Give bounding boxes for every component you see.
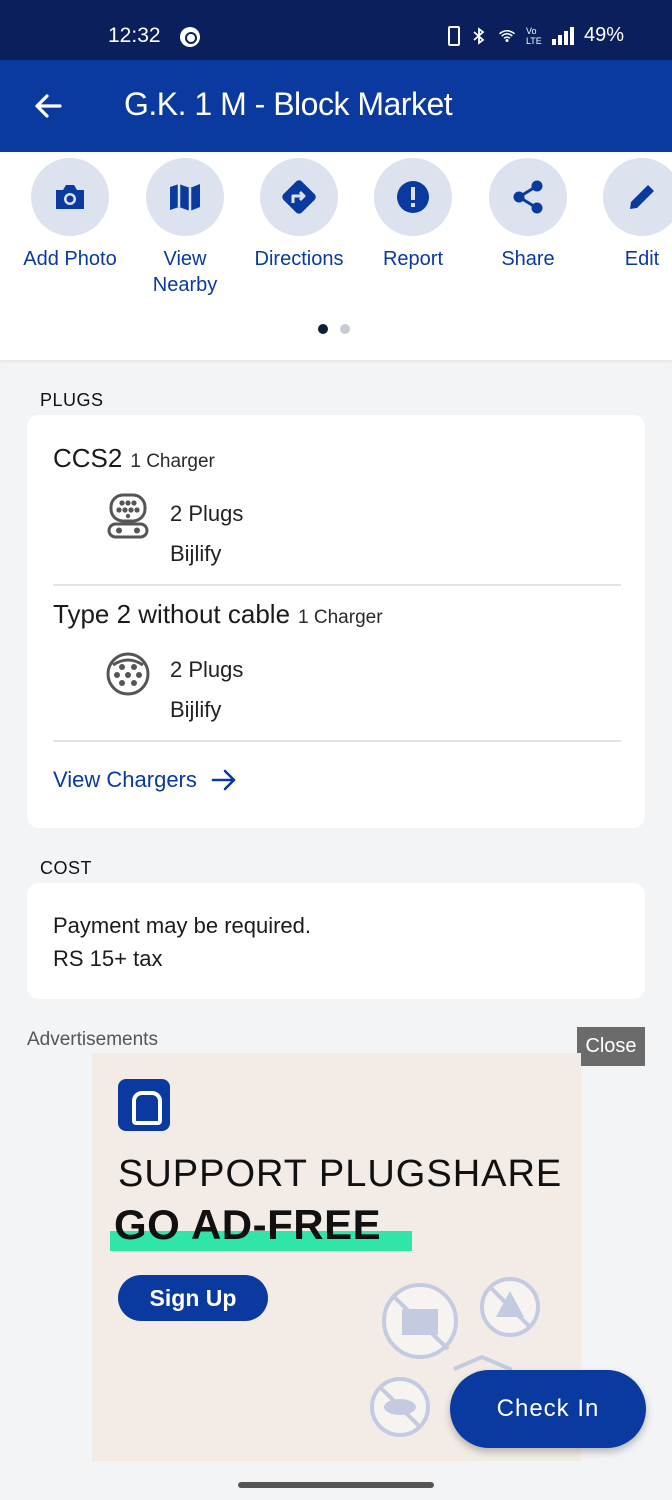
add-photo-button[interactable]: Add Photo [10,158,130,272]
plugshare-logo [118,1079,170,1131]
system-nav-bar [0,1468,672,1500]
status-time: 12:32 [108,24,161,47]
wifi-icon [499,29,515,42]
edit-label: Edit [624,248,660,270]
view-chargers-link[interactable]: View Chargers [53,767,237,793]
directions-icon [282,180,316,214]
sync-icon [180,27,200,47]
map-icon [170,184,200,211]
divider [53,584,621,586]
battery-level: 49% [583,24,624,46]
cost-payment-note: Payment may be required. [53,913,312,938]
add-photo-label: Add Photo [23,248,117,270]
plug-count: 2 Plugs [170,501,244,526]
ad-subheadline: GO AD-FREE [114,1201,382,1248]
plug-type-name: CCS2 [53,443,123,473]
edit-button[interactable]: Edit [582,158,672,272]
status-bar: 12:32 Vo LTE 49% [0,0,672,60]
share-icon [513,180,543,214]
ccs2-connector-icon [107,493,149,539]
ad-headline: SUPPORT PLUGSHARE [118,1153,563,1195]
plugs-section-title: PLUGS [40,390,104,410]
action-row: Add Photo View Nearby Directions Report … [0,152,672,360]
arrow-left-icon [35,94,62,118]
pager-dot-2[interactable] [340,324,350,334]
cost-price: RS 15+ tax [53,946,163,971]
vibrate-icon [447,25,460,46]
pencil-icon [630,185,654,209]
plug-charger-count: 1 Charger [298,607,383,628]
signal-icon [551,26,574,45]
divider [53,740,621,742]
camera-icon [56,185,84,209]
directions-button[interactable]: Directions [239,158,359,272]
arrow-right-icon [211,769,236,791]
page-title: G.K. 1 M - Block Market [124,86,453,122]
report-label: Report [382,248,444,270]
cost-section-title: COST [40,858,93,878]
network-type: Vo LTE [525,25,542,46]
plug-network: Bijlify [170,697,222,722]
check-in-button[interactable]: Check In [450,1370,646,1448]
plug-charger-count: 1 Charger [130,451,215,472]
status-icons: Vo LTE 49% [447,24,624,47]
share-button[interactable]: Share [468,158,588,272]
plugs-card: CCS2 1 Charger 2 Plugs Bijlify Type 2 wit… [27,415,645,828]
view-nearby-label: View Nearby [152,248,218,296]
plug-item[interactable]: CCS2 1 Charger [53,443,215,474]
pager-dot-1[interactable] [318,324,328,334]
app-bar: G.K. 1 M - Block Market [0,60,672,152]
view-chargers-label: View Chargers [53,767,197,792]
back-button[interactable] [28,82,68,130]
alert-icon [397,181,429,213]
sign-up-button[interactable]: Sign Up [118,1275,268,1321]
bluetooth-icon [473,26,485,45]
cost-card: Payment may be required. RS 15+ tax [27,883,645,999]
share-label: Share [501,248,555,270]
plug-network: Bijlify [170,541,222,566]
home-gesture-handle[interactable] [238,1482,434,1488]
plug-item[interactable]: Type 2 without cable 1 Charger [53,599,383,630]
pager-dots [318,324,350,334]
type2-connector-icon [106,652,150,696]
ads-label: Advertisements [27,1029,158,1050]
view-nearby-button[interactable]: View Nearby [125,158,245,298]
plug-type-name: Type 2 without cable [53,599,291,629]
report-button[interactable]: Report [353,158,473,272]
close-ad-button[interactable]: Close [577,1027,645,1066]
plug-count: 2 Plugs [170,657,244,682]
directions-label: Directions [254,248,344,270]
